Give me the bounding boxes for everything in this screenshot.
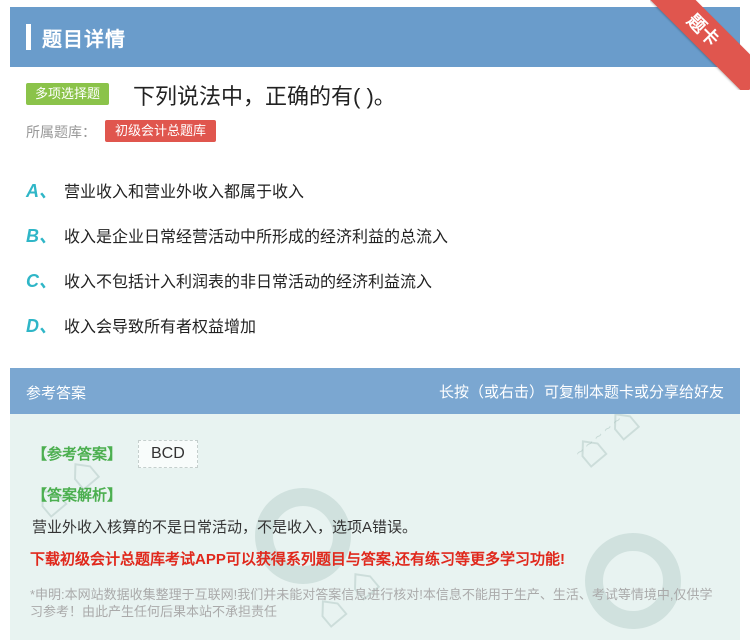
app-download-link[interactable]: 下载初级会计总题库考试APP可以获得系列题目与答案,还有练习等更多学习功能! bbox=[30, 548, 565, 569]
question-bank-link[interactable]: 初级会计总题库 bbox=[105, 120, 217, 142]
header-bar: 题目详情 bbox=[10, 7, 740, 67]
option-text: 营业收入和营业外收入都属于收入 bbox=[64, 184, 305, 201]
option-letter: A、 bbox=[26, 181, 57, 201]
question-type-badge: 多项选择题 bbox=[26, 83, 110, 105]
ribbon-label: 题卡 bbox=[650, 0, 750, 90]
answer-key-value: BCD bbox=[138, 440, 198, 468]
answer-panel: ⌂ ⌂ ⌂ ⌂ ⌂ ⌂ ~ ~ ~ ~ ~ 参考答案 长按（或右击）可复制本题卡… bbox=[10, 368, 740, 640]
option-text: 收入会导致所有者权益增加 bbox=[64, 319, 257, 336]
answer-key-label: 【参考答案】 bbox=[32, 446, 123, 463]
option-letter: C、 bbox=[26, 271, 57, 291]
option-letter: D、 bbox=[26, 316, 57, 336]
answer-header: 参考答案 长按（或右击）可复制本题卡或分享给好友 bbox=[10, 368, 740, 414]
disclaimer-text: *申明:本网站数据收集整理于互联网!我们并未能对答案信息进行核对!本信息不能用于… bbox=[30, 587, 713, 619]
option-letter: B、 bbox=[26, 226, 57, 246]
answer-section-label: 参考答案 bbox=[26, 385, 87, 402]
corner-ribbon[interactable]: 题卡 bbox=[650, 0, 750, 90]
option-text: 收入不包括计入利润表的非日常活动的经济利益流入 bbox=[64, 274, 433, 291]
analysis-label: 【答案解析】 bbox=[32, 487, 123, 504]
header-accent-bar bbox=[26, 24, 31, 50]
page-title: 题目详情 bbox=[42, 29, 126, 51]
analysis-text: 营业外收入核算的不是日常活动，不是收入，选项A错误。 bbox=[32, 519, 418, 536]
question-text: 下列说法中，正确的有( )。 bbox=[133, 84, 396, 109]
question-card: 题目详情 题卡 多项选择题 下列说法中，正确的有( )。 所属题库： 初级会计总… bbox=[0, 0, 750, 640]
share-hint: 长按（或右击）可复制本题卡或分享给好友 bbox=[438, 384, 724, 401]
option-text: 收入是企业日常经营活动中所形成的经济利益的总流入 bbox=[64, 229, 449, 246]
question-bank-label: 所属题库： bbox=[26, 124, 96, 140]
